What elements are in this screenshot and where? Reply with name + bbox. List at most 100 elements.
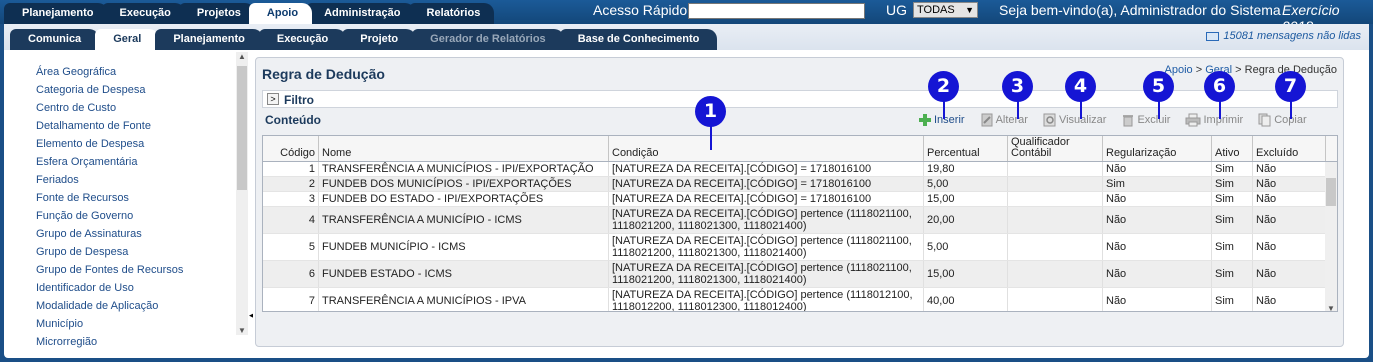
cell-name: FUNDEB MUNICÍPIO - ICMS — [319, 234, 609, 260]
column-header-code[interactable]: Código — [263, 136, 319, 161]
column-header-name[interactable]: Nome — [319, 136, 609, 161]
subtab-gerador-relatorios[interactable]: Gerador de Relatórios — [412, 29, 564, 50]
sidebar-item-funcao-governo[interactable]: Função de Governo — [8, 207, 253, 225]
tab-administracao[interactable]: Administração — [306, 3, 415, 24]
column-header-qualifier[interactable]: Qualificador Contábil — [1008, 136, 1103, 161]
unread-messages-text: 15081 mensagens não lidas — [1223, 30, 1361, 42]
cell-qualifier — [1008, 288, 1103, 311]
cell-condition: [NATUREZA DA RECEITA].[CÓDIGO] = 1718016… — [609, 177, 924, 191]
badge-pointer — [1290, 99, 1292, 119]
sidebar-item-grupo-assinaturas[interactable]: Grupo de Assinaturas — [8, 225, 253, 243]
cell-qualifier — [1008, 162, 1103, 176]
subtab-comunica[interactable]: Comunica — [10, 29, 100, 50]
tab-planejamento[interactable]: Planejamento — [4, 3, 108, 24]
sidebar-item-grupo-despesa[interactable]: Grupo de Despesa — [8, 243, 253, 261]
tab-relatorios[interactable]: Relatórios — [408, 3, 495, 24]
cell-active: Sim — [1212, 261, 1253, 287]
copy-button[interactable]: Copiar — [1258, 113, 1307, 127]
cell-percent: 5,00 — [924, 177, 1008, 191]
column-header-regularization[interactable]: Regularização — [1103, 136, 1212, 161]
cell-name: TRANSFERÊNCIA A MUNICÍPIOS - IPVA — [319, 288, 609, 311]
edit-button[interactable]: Alterar — [980, 113, 1028, 127]
subtab-projeto[interactable]: Projeto — [342, 29, 417, 50]
welcome-text: Seja bem-vindo(a), Administrador do Sist… — [999, 2, 1281, 18]
column-header-active[interactable]: Ativo — [1212, 136, 1253, 161]
table-row[interactable]: 4 TRANSFERÊNCIA A MUNICÍPIO - ICMS [NATU… — [263, 207, 1337, 234]
view-button[interactable]: Visualizar — [1043, 113, 1107, 127]
expand-filter-icon[interactable]: > — [267, 93, 279, 105]
sidebar-item-feriados[interactable]: Feriados — [8, 171, 253, 189]
sidebar-item-modalidade-aplicacao[interactable]: Modalidade de Aplicação — [8, 297, 253, 315]
cell-regularization: Não — [1103, 192, 1212, 206]
sidebar-item-identificador-uso[interactable]: Identificador de Uso — [8, 279, 253, 297]
sidebar-item-centro-custo[interactable]: Centro de Custo — [8, 99, 253, 117]
sidebar-scroll-thumb[interactable] — [237, 66, 247, 190]
collapse-sidebar-icon[interactable]: ◀ — [249, 310, 253, 321]
ug-select[interactable]: TODAS ▼ — [913, 2, 978, 18]
insert-button[interactable]: Inserir — [918, 113, 965, 127]
table-row[interactable]: 7 TRANSFERÊNCIA A MUNICÍPIOS - IPVA [NAT… — [263, 288, 1337, 311]
cell-regularization: Não — [1103, 261, 1212, 287]
table-row[interactable]: 3 FUNDEB DO ESTADO - IPI/EXPORTAÇÕES [NA… — [263, 192, 1337, 207]
sidebar-item-grupo-fontes-recursos[interactable]: Grupo de Fontes de Recursos — [8, 261, 253, 279]
tab-projetos[interactable]: Projetos — [178, 3, 255, 24]
quick-access-input[interactable] — [688, 3, 865, 19]
sidebar-item-esfera-orcamentaria[interactable]: Esfera Orçamentária — [8, 153, 253, 171]
scroll-down-icon[interactable]: ▼ — [238, 326, 246, 335]
sidebar-scrollbar[interactable]: ▲ ▼ — [236, 52, 248, 335]
column-header-excluded[interactable]: Excluído — [1253, 136, 1326, 161]
cell-code: 7 — [263, 288, 319, 311]
scroll-up-icon[interactable]: ▲ — [238, 52, 246, 61]
cell-active: Sim — [1212, 288, 1253, 311]
cell-active: Sim — [1212, 234, 1253, 260]
table-row[interactable]: 1 TRANSFERÊNCIA A MUNICÍPIOS - IPI/EXPOR… — [263, 162, 1337, 177]
sidebar-item-microrregiao[interactable]: Microrregião — [8, 333, 253, 351]
column-header-spacer — [1326, 136, 1337, 161]
unread-messages-link[interactable]: 15081 mensagens não lidas — [1206, 30, 1361, 42]
cell-name: TRANSFERÊNCIA A MUNICÍPIOS - IPI/EXPORTA… — [319, 162, 609, 176]
subtab-geral[interactable]: Geral — [95, 29, 160, 50]
badge-pointer — [943, 99, 945, 119]
print-button[interactable]: Imprimir — [1185, 113, 1243, 127]
sidebar-item-area-geografica[interactable]: Área Geográfica — [8, 63, 253, 81]
sidebar-item-elemento-despesa[interactable]: Elemento de Despesa — [8, 135, 253, 153]
badge-4: 4 — [1065, 71, 1096, 102]
table-scroll-thumb[interactable] — [1326, 178, 1336, 206]
sidebar-item-municipio[interactable]: Município — [8, 315, 253, 333]
subtab-base-conhecimento[interactable]: Base de Conhecimento — [559, 29, 718, 50]
table-header: Código Nome Condição Percentual Qualific… — [263, 136, 1337, 162]
tab-apoio[interactable]: Apoio — [248, 3, 313, 24]
table-row[interactable]: 5 FUNDEB MUNICÍPIO - ICMS [NATUREZA DA R… — [263, 234, 1337, 261]
insert-label: Inserir — [934, 114, 965, 126]
cell-code: 3 — [263, 192, 319, 206]
content-panel: Regra de Dedução Apoio > Geral > Regra d… — [255, 57, 1344, 347]
cell-regularization: Não — [1103, 207, 1212, 233]
column-header-condition[interactable]: Condição — [609, 136, 924, 161]
view-label: Visualizar — [1058, 114, 1107, 126]
filter-panel[interactable]: > Filtro — [262, 90, 1338, 108]
sidebar-item-categoria-despesa[interactable]: Categoria de Despesa — [8, 81, 253, 99]
cell-name: FUNDEB ESTADO - ICMS — [319, 261, 609, 287]
table-row[interactable]: 6 FUNDEB ESTADO - ICMS [NATUREZA DA RECE… — [263, 261, 1337, 288]
cell-excluded: Não — [1253, 288, 1326, 311]
cell-percent: 40,00 — [924, 288, 1008, 311]
cell-code: 6 — [263, 261, 319, 287]
table-row[interactable]: 2 FUNDEB DOS MUNICÍPIOS - IPI/EXPORTAÇÕE… — [263, 177, 1337, 192]
column-header-percent[interactable]: Percentual — [924, 136, 1008, 161]
scroll-down-icon[interactable]: ▼ — [1327, 304, 1335, 311]
badge-1: 1 — [695, 96, 726, 127]
delete-button[interactable]: Excluir — [1121, 113, 1170, 127]
sidebar-item-fonte-recursos[interactable]: Fonte de Recursos — [8, 189, 253, 207]
plus-icon — [919, 114, 931, 126]
sidebar-item-detalhamento-fonte[interactable]: Detalhamento de Fonte — [8, 117, 253, 135]
tab-execucao[interactable]: Execução — [101, 3, 185, 24]
cell-active: Sim — [1212, 207, 1253, 233]
breadcrumb-separator: > — [1232, 64, 1245, 76]
cell-excluded: Não — [1253, 207, 1326, 233]
cell-excluded: Não — [1253, 192, 1326, 206]
copy-icon — [1258, 113, 1271, 127]
subtab-planejamento[interactable]: Planejamento — [155, 29, 263, 50]
subtab-execucao[interactable]: Execução — [258, 29, 347, 50]
table-scrollbar[interactable]: ▼ — [1325, 162, 1337, 311]
cell-percent: 20,00 — [924, 207, 1008, 233]
